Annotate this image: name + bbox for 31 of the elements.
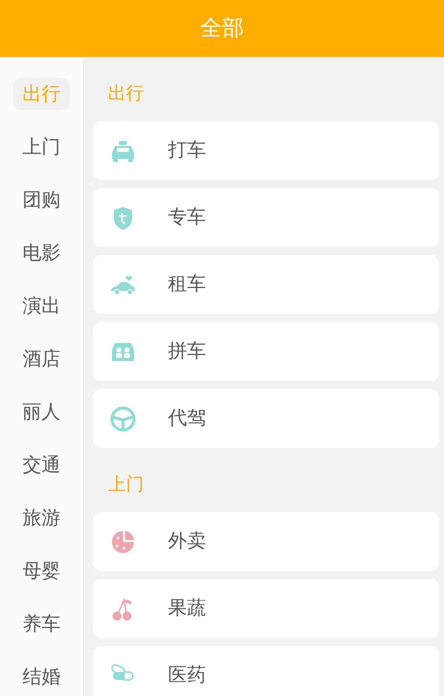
service-item[interactable]: 专车 (93, 188, 439, 247)
sidebar-item[interactable]: 母婴 (13, 555, 70, 587)
service-item[interactable]: 拼车 (93, 322, 439, 381)
service-label: 果蔬 (168, 596, 206, 622)
service-label: 医药 (168, 663, 206, 688)
service-item[interactable]: 果蔬 (93, 579, 439, 638)
sidebar-item[interactable]: 上门 (13, 131, 70, 163)
section-title: 上门 (108, 472, 144, 496)
section-title: 出行 (108, 82, 144, 106)
sidebar-item[interactable]: 演出 (13, 290, 70, 322)
service-label: 专车 (168, 205, 206, 230)
service-label: 打车 (168, 138, 206, 164)
sidebar-item[interactable]: 团购 (13, 184, 70, 216)
sidebar-item[interactable]: 养车 (13, 608, 70, 640)
sidebar-item[interactable]: 丽人 (13, 396, 70, 428)
sidebar-item[interactable]: 结婚 (13, 661, 70, 693)
sidebar-item[interactable]: 交通 (13, 449, 70, 481)
service-label: 外卖 (168, 529, 206, 554)
service-item[interactable]: 租车 (93, 255, 439, 314)
service-item[interactable]: 医药 (93, 646, 439, 696)
page-title: 全部 (200, 15, 244, 43)
steering-wheel-icon (109, 404, 137, 432)
service-item[interactable]: 外卖 (93, 512, 439, 571)
service-label: 租车 (168, 272, 206, 298)
service-label: 拼车 (168, 339, 206, 364)
sidebar-item[interactable]: 旅游 (13, 502, 70, 534)
sidebar-item[interactable]: 电影 (13, 237, 70, 269)
service-item[interactable]: 打车 (93, 121, 439, 180)
sidebar-item[interactable]: 酒店 (13, 343, 70, 375)
service-item[interactable]: 代驾 (93, 389, 439, 448)
service-label: 代驾 (168, 406, 206, 432)
